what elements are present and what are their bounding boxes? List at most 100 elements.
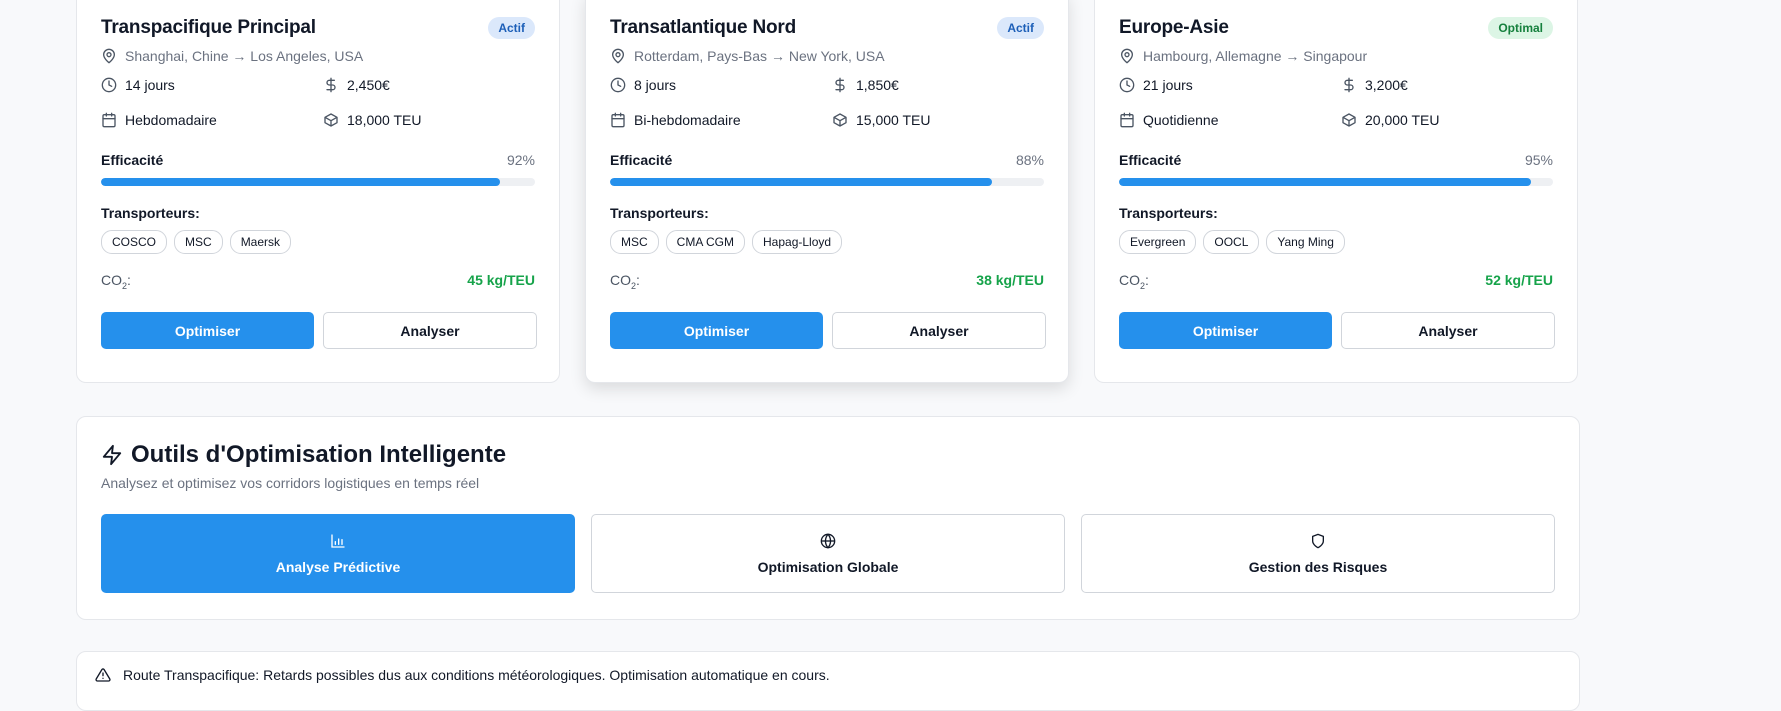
frequency: Hebdomadaire: [101, 112, 217, 128]
route-text: Shanghai, Chine → Los Angeles, USA: [125, 48, 364, 64]
map-pin-icon: [1119, 48, 1135, 64]
efficiency-label: Efficacité: [610, 152, 673, 168]
bar-chart-icon: [330, 533, 346, 549]
co2-label: CO2:: [1119, 272, 1149, 291]
carrier-chip: MSC: [610, 230, 659, 254]
duration: 21 jours: [1119, 77, 1193, 93]
duration-text: 14 jours: [125, 77, 175, 93]
alert-text: Route Transpacifique: Retards possibles …: [123, 667, 830, 683]
capacity: 20,000 TEU: [1341, 112, 1439, 128]
tools-subtitle: Analysez et optimisez vos corridors logi…: [101, 475, 480, 491]
package-icon: [832, 112, 848, 128]
co2-value: 52 kg/TEU: [1485, 272, 1553, 288]
co2-value: 45 kg/TEU: [467, 272, 535, 288]
cost-text: 3,200€: [1365, 77, 1408, 93]
carrier-chip: Hapag-Lloyd: [752, 230, 843, 254]
frequency: Quotidienne: [1119, 112, 1219, 128]
carrier-chip: Maersk: [229, 230, 292, 254]
route-text: Hambourg, Allemagne → Singapour: [1143, 48, 1368, 64]
optimize-button[interactable]: Optimiser: [610, 312, 823, 349]
shield-icon: [1310, 533, 1326, 549]
dollar-icon: [323, 77, 339, 93]
frequency: Bi-hebdomadaire: [610, 112, 741, 128]
duration: 8 jours: [610, 77, 676, 93]
package-icon: [1341, 112, 1357, 128]
corridor-title: Europe-Asie: [1119, 17, 1229, 38]
efficiency-value: 92%: [506, 152, 535, 168]
tool-global-optimization[interactable]: Optimisation Globale: [591, 514, 1065, 593]
map-pin-icon: [610, 48, 626, 64]
carrier-chip: CMA CGM: [665, 230, 746, 254]
carriers-label: Transporteurs:: [610, 205, 709, 221]
status-badge: Actif: [488, 17, 535, 39]
tools-title: Outils d'Optimisation Intelligente: [131, 441, 507, 468]
efficiency-value: 95%: [1524, 152, 1553, 168]
efficiency-value: 88%: [1015, 152, 1044, 168]
carriers-label: Transporteurs:: [1119, 205, 1218, 221]
carrier-chip: Evergreen: [1119, 230, 1197, 254]
calendar-icon: [610, 112, 626, 128]
clock-icon: [610, 77, 626, 93]
efficiency-bar: [1119, 178, 1553, 186]
optimize-button[interactable]: Optimiser: [101, 312, 314, 349]
weather-alert: Route Transpacifique: Retards possibles …: [76, 651, 1580, 711]
tool-risk-management[interactable]: Gestion des Risques: [1081, 514, 1555, 593]
corridor-cards: Transpacifique Principal Actif Shanghai,…: [76, 0, 1580, 383]
corridor-card: Transpacifique Principal Actif Shanghai,…: [76, 0, 560, 383]
carrier-chip: COSCO: [101, 230, 168, 254]
capacity-text: 18,000 TEU: [347, 112, 422, 128]
corridor-title: Transpacifique Principal: [101, 17, 316, 38]
frequency-text: Bi-hebdomadaire: [634, 112, 741, 128]
carrier-chip: MSC: [174, 230, 223, 254]
tool-label: Optimisation Globale: [757, 558, 899, 575]
carrier-chip: OOCL: [1203, 230, 1260, 254]
clock-icon: [101, 77, 117, 93]
dollar-icon: [1341, 77, 1357, 93]
efficiency-bar-fill: [101, 178, 501, 186]
analyze-button[interactable]: Analyser: [832, 312, 1046, 349]
analyze-button[interactable]: Analyser: [1341, 312, 1555, 349]
co2-label: CO2:: [101, 272, 131, 291]
duration: 14 jours: [101, 77, 175, 93]
efficiency-label: Efficacité: [1119, 152, 1182, 168]
duration-text: 8 jours: [634, 77, 677, 93]
clock-icon: [1119, 77, 1135, 93]
tool-label: Gestion des Risques: [1248, 558, 1388, 575]
analyze-button[interactable]: Analyser: [323, 312, 537, 349]
efficiency-bar-fill: [1119, 178, 1532, 186]
warning-triangle-icon: [95, 667, 111, 683]
optimization-tools-panel: Outils d'Optimisation Intelligente Analy…: [76, 416, 1580, 620]
capacity-text: 15,000 TEU: [856, 112, 931, 128]
cost-text: 2,450€: [347, 77, 390, 93]
efficiency-bar: [101, 178, 535, 186]
carrier-chips: COSCO MSC Maersk: [101, 230, 292, 254]
capacity: 18,000 TEU: [323, 112, 421, 128]
package-icon: [323, 112, 339, 128]
tools-heading: Outils d'Optimisation Intelligente: [101, 441, 506, 469]
carrier-chips: MSC CMA CGM Hapag-Lloyd: [610, 230, 843, 254]
corridor-title: Transatlantique Nord: [610, 17, 797, 38]
corridor-card: Europe-Asie Optimal Hambourg, Allemagne …: [1094, 0, 1578, 383]
lightning-icon: [101, 444, 123, 466]
carrier-chip: Yang Ming: [1266, 230, 1345, 254]
frequency-text: Hebdomadaire: [125, 112, 217, 128]
corridor-route: Shanghai, Chine → Los Angeles, USA: [101, 48, 363, 64]
co2-label: CO2:: [610, 272, 640, 291]
cost: 1,850€: [832, 77, 899, 93]
duration-text: 21 jours: [1143, 77, 1193, 93]
tool-predictive-analysis[interactable]: Analyse Prédictive: [101, 514, 575, 593]
tool-label: Analyse Prédictive: [275, 558, 401, 575]
cost: 2,450€: [323, 77, 390, 93]
capacity: 15,000 TEU: [832, 112, 930, 128]
efficiency-label: Efficacité: [101, 152, 164, 168]
carrier-chips: Evergreen OOCL Yang Ming: [1119, 230, 1345, 254]
frequency-text: Quotidienne: [1143, 112, 1219, 128]
globe-icon: [820, 532, 836, 549]
optimize-button[interactable]: Optimiser: [1119, 312, 1332, 349]
co2-value: 38 kg/TEU: [976, 272, 1044, 288]
calendar-icon: [101, 112, 117, 128]
efficiency-bar-fill: [610, 178, 992, 186]
corridor-route: Hambourg, Allemagne → Singapour: [1119, 48, 1367, 64]
cost: 3,200€: [1341, 77, 1408, 93]
alert-row: Route Transpacifique: Retards possibles …: [95, 667, 830, 683]
